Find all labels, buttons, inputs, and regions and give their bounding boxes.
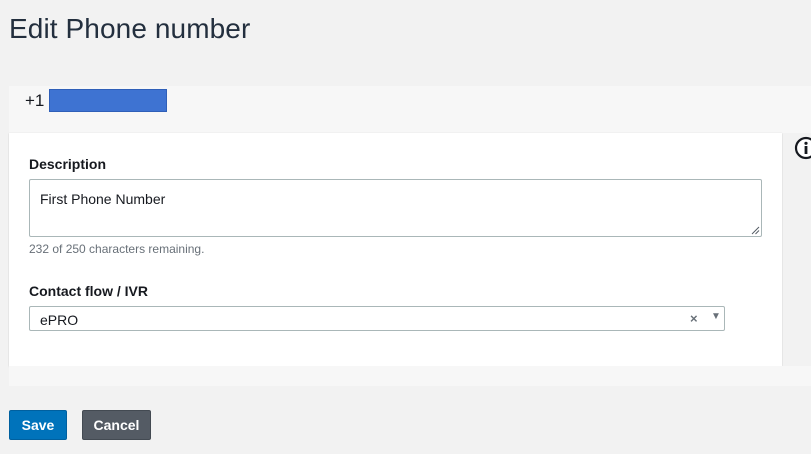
contact-flow-label: Contact flow / IVR	[29, 283, 148, 299]
page-title: Edit Phone number	[9, 13, 251, 44]
phone-number-redacted	[49, 89, 167, 112]
card-footer-strip	[9, 366, 811, 386]
save-button[interactable]: Save	[9, 410, 67, 440]
info-icon[interactable]	[794, 136, 811, 160]
chevron-down-icon[interactable]: ▼	[711, 311, 721, 322]
clear-selection-icon[interactable]: ×	[690, 311, 698, 326]
description-textarea[interactable]	[29, 179, 762, 237]
cancel-button[interactable]: Cancel	[82, 410, 151, 440]
resize-handle-icon[interactable]	[751, 226, 760, 235]
character-count: 232 of 250 characters remaining.	[29, 242, 205, 256]
description-label: Description	[29, 156, 107, 172]
phone-country-code: +1	[25, 91, 45, 110]
contact-flow-selected-value: ePRO	[40, 312, 79, 328]
contact-flow-select[interactable]: ePRO × ▼	[29, 306, 725, 331]
